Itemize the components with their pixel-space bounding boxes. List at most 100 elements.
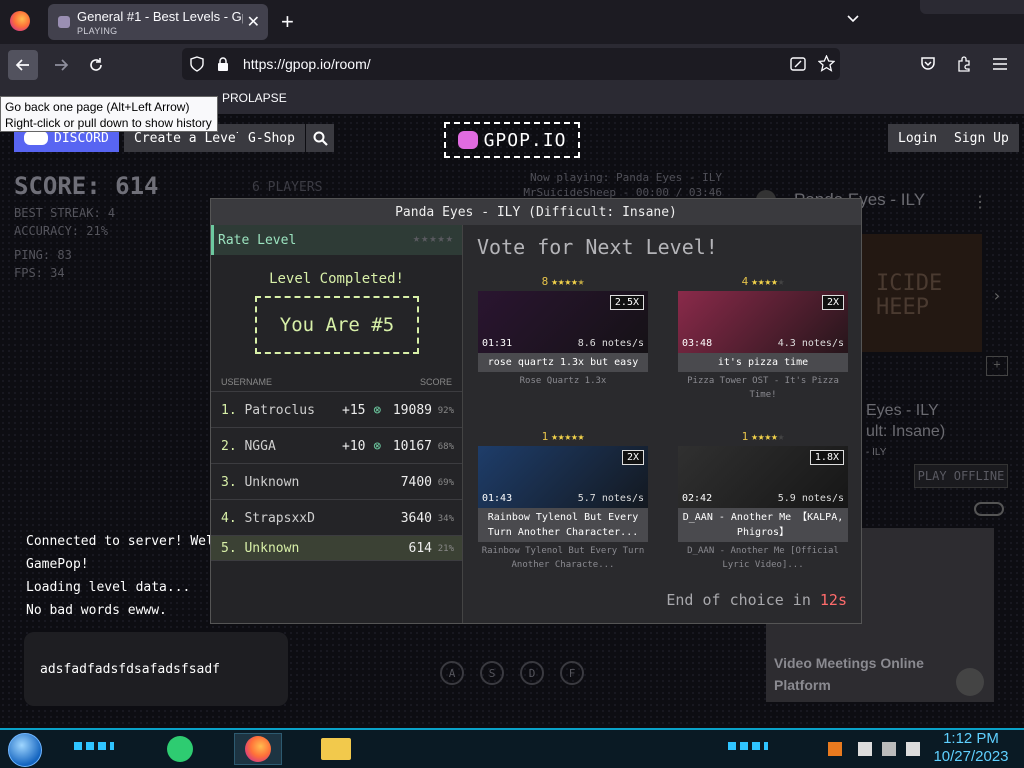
rating-count: 8 bbox=[541, 275, 549, 288]
leaderboard-score: 10167 bbox=[392, 439, 432, 454]
level-vote-card[interactable]: 1 ★★★★★ 2X 01:43 5.7 notes/s Rainbow Tylenol … bbox=[478, 430, 648, 572]
search-button[interactable] bbox=[306, 124, 334, 152]
gpop-logo[interactable]: GPOP.IO bbox=[444, 122, 580, 158]
rating-count: 4 bbox=[741, 275, 749, 288]
firefox-icon[interactable] bbox=[10, 11, 30, 31]
level-vote-card[interactable]: 8 ★★★★★ 2.5X 01:31 8.6 notes/s rose quartz 1.… bbox=[478, 275, 648, 388]
start-button[interactable] bbox=[8, 733, 42, 767]
clock-time: 1:12 PM bbox=[943, 730, 999, 747]
login-button[interactable]: Login bbox=[888, 124, 948, 152]
notes-per-second: 4.3 notes/s bbox=[777, 338, 844, 349]
leaderboard-name: 2. NGGA bbox=[221, 439, 276, 454]
rating-count: 1 bbox=[741, 430, 749, 443]
leaderboard-rank: 5. bbox=[221, 541, 237, 556]
leaderboard-rank: 2. bbox=[221, 439, 237, 454]
tray-app-icon[interactable] bbox=[828, 742, 842, 756]
bookmark-item[interactable]: PROLAPSE bbox=[222, 91, 287, 105]
taskbar-firefox-app[interactable] bbox=[234, 733, 282, 765]
screenshot-icon[interactable] bbox=[790, 56, 806, 72]
shield-icon[interactable] bbox=[190, 56, 204, 72]
chevron-right-icon[interactable]: › bbox=[992, 286, 1002, 305]
chevron-down-icon[interactable] bbox=[846, 12, 860, 26]
leaderboard-accuracy: 69% bbox=[437, 478, 454, 488]
tab-close-icon[interactable]: ✕ bbox=[247, 12, 260, 32]
leaderboard-rank: 4. bbox=[221, 511, 237, 526]
toggle-switch[interactable] bbox=[974, 502, 1004, 516]
rate-stars-input[interactable]: ★★★★★ bbox=[413, 231, 454, 245]
chat-input[interactable]: adsfadfadsfdsafadsfsadf bbox=[24, 632, 288, 706]
window-controls[interactable] bbox=[920, 0, 1024, 14]
bookmark-star-icon[interactable] bbox=[818, 55, 835, 72]
ad-next-icon[interactable] bbox=[956, 668, 984, 696]
leaderboard-accuracy: 21% bbox=[437, 544, 454, 554]
tray-flag-icon[interactable] bbox=[858, 742, 872, 756]
leaderboard-username: Patroclus bbox=[244, 403, 315, 418]
notes-app-icon bbox=[167, 736, 193, 762]
card-thumbnail[interactable]: 2.5X 01:31 8.6 notes/s bbox=[478, 291, 648, 353]
countdown-value: 12s bbox=[819, 591, 847, 609]
play-offline-button[interactable]: PLAY OFFLINE bbox=[914, 464, 1008, 488]
menu-icon[interactable] bbox=[992, 57, 1008, 71]
leaderboard-row: 2. NGGA +10 ⊗ 10167 68% bbox=[211, 427, 462, 463]
reload-button[interactable] bbox=[81, 50, 111, 80]
kebab-menu-icon[interactable]: ⋮ bbox=[972, 192, 988, 211]
card-thumbnail[interactable]: 2X 01:43 5.7 notes/s bbox=[478, 446, 648, 508]
notes-per-second: 5.9 notes/s bbox=[777, 493, 844, 504]
star-icon: ★ bbox=[577, 430, 585, 443]
side-name-line-1: Eyes - ILY bbox=[866, 402, 939, 419]
taskbar-decoration bbox=[74, 742, 114, 750]
pocket-icon[interactable] bbox=[920, 56, 936, 72]
lane-key-f: F bbox=[560, 661, 584, 685]
extensions-icon[interactable] bbox=[956, 56, 972, 72]
gshop-button[interactable]: G-Shop bbox=[238, 124, 305, 152]
results-panel: Rate Level ★★★★★ Level Completed! You Ar… bbox=[211, 225, 462, 623]
card-thumbnail[interactable]: 1.8X 02:42 5.9 notes/s bbox=[678, 446, 848, 508]
taskbar-explorer-app[interactable] bbox=[312, 733, 360, 765]
leaderboard-row-self: 5. Unknown 614 21% bbox=[211, 535, 462, 561]
add-icon[interactable]: + bbox=[986, 356, 1008, 376]
speed-multiplier: 1.8X bbox=[809, 450, 844, 465]
level-vote-card[interactable]: 1 ★★★★★ 1.8X 02:42 5.9 notes/s D_AAN - Anothe… bbox=[678, 430, 848, 572]
taskbar-clock[interactable]: 1:12 PM 10/27/2023 bbox=[924, 730, 1018, 766]
level-duration: 03:48 bbox=[682, 338, 713, 349]
browser-nav-bar: https://gpop.io/room/ bbox=[0, 44, 1024, 84]
browser-tab-bar: General #1 - Best Levels - Gpop PLAYING … bbox=[0, 0, 1024, 44]
forward-button[interactable] bbox=[46, 50, 76, 80]
lane-key-a: A bbox=[440, 661, 464, 685]
network-icon[interactable] bbox=[882, 742, 896, 756]
score-display: SCORE: 614 bbox=[14, 172, 159, 200]
level-vote-card[interactable]: 4 ★★★★★ 2X 03:48 4.3 notes/s it's pizza time P… bbox=[678, 275, 848, 402]
leaderboard-score: 7400 bbox=[400, 475, 432, 490]
taskbar-notes-app[interactable] bbox=[156, 733, 204, 765]
folder-icon bbox=[321, 738, 351, 760]
lock-icon[interactable] bbox=[216, 56, 230, 72]
leaderboard-name: 3. Unknown bbox=[221, 475, 299, 490]
side-art-text-2: HEEP bbox=[876, 295, 929, 320]
level-duration: 01:31 bbox=[482, 338, 513, 349]
star-icon: ★ bbox=[751, 430, 758, 443]
address-bar[interactable]: https://gpop.io/room/ bbox=[182, 48, 840, 80]
leaderboard-row: 3. Unknown 7400 69% bbox=[211, 463, 462, 499]
leaderboard-rank: 1. bbox=[221, 403, 237, 418]
leaderboard-row: 1. Patroclus +15 ⊗ 19089 92% bbox=[211, 391, 462, 427]
star-icon: ★ bbox=[751, 275, 758, 288]
leaderboard-rank: 3. bbox=[221, 475, 237, 490]
card-subtitle: Rainbow Tylenol But Every Turn Another C… bbox=[481, 546, 645, 570]
new-tab-button[interactable]: + bbox=[281, 9, 294, 35]
volume-icon[interactable] bbox=[906, 742, 920, 756]
side-video-art: ICIDE HEEP bbox=[848, 234, 982, 352]
rate-level-row: Rate Level ★★★★★ bbox=[211, 225, 462, 255]
card-thumbnail[interactable]: 2X 03:48 4.3 notes/s bbox=[678, 291, 848, 353]
side-level-name: Eyes - ILY ult: Insane) - ILY bbox=[866, 400, 945, 463]
username-column-header: USERNAME bbox=[221, 377, 273, 387]
signup-button[interactable]: Sign Up bbox=[944, 124, 1019, 152]
browser-tab-active[interactable]: General #1 - Best Levels - Gpop PLAYING … bbox=[48, 4, 268, 40]
leaderboard-accuracy: 34% bbox=[437, 514, 454, 524]
coin-icon: ⊗ bbox=[373, 403, 382, 418]
empty-star-icon: ★ bbox=[777, 430, 785, 443]
card-subtitle: Pizza Tower OST - It's Pizza Time! bbox=[687, 376, 839, 400]
speed-multiplier: 2X bbox=[821, 295, 844, 310]
bonus-value: +10 bbox=[342, 439, 366, 454]
best-streak: BEST STREAK: 4 bbox=[14, 206, 116, 220]
back-button[interactable] bbox=[8, 50, 38, 80]
